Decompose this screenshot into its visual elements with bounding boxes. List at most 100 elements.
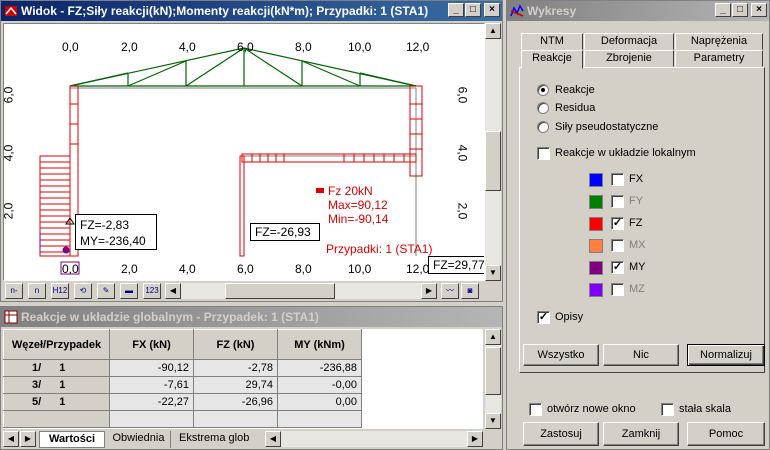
- label-my[interactable]: MY: [629, 261, 646, 273]
- scroll-down-icon[interactable]: ▼: [485, 413, 501, 429]
- checkbox-opisy[interactable]: ✓: [537, 311, 550, 324]
- checkbox-lokalny-label[interactable]: Reakcje w układzie lokalnym: [555, 147, 696, 159]
- col-header-fx[interactable]: FX (kN): [109, 329, 194, 360]
- cell-fz[interactable]: -2,78: [193, 359, 278, 377]
- tabs-scrollbar[interactable]: ◀ ▶: [265, 431, 483, 447]
- radio-residua-label[interactable]: Residua: [555, 102, 595, 114]
- color-swatch-mz[interactable]: [589, 283, 603, 297]
- col-header-my[interactable]: MY (kNm): [277, 329, 362, 360]
- checkbox-opisy-label[interactable]: Opisy: [555, 311, 583, 323]
- checkbox-fixed-scale-label[interactable]: stała skala: [679, 403, 731, 415]
- checkbox-fixed-scale[interactable]: [661, 403, 674, 416]
- table-row[interactable]: 5/1 -22,27 -26,96 0,00: [3, 393, 362, 411]
- tick-left-4: 4,0: [3, 144, 16, 162]
- select-none-button[interactable]: Nic: [603, 344, 679, 366]
- select-all-button[interactable]: Wszystko: [523, 344, 599, 366]
- color-swatch-fx[interactable]: [589, 173, 603, 187]
- pen-icon[interactable]: ✎: [97, 283, 115, 299]
- scroll-thumb[interactable]: [485, 131, 501, 191]
- reactions-scrollbar-v[interactable]: ▲ ▼: [485, 329, 501, 429]
- minimize-icon[interactable]: _: [715, 3, 731, 17]
- checkbox-lokalny[interactable]: [537, 147, 550, 160]
- color-swatch-fy[interactable]: [589, 195, 603, 209]
- legend-max: Max=90,12: [328, 198, 388, 212]
- close-button[interactable]: Zamknij: [603, 422, 679, 446]
- tab-left-icon[interactable]: ◀: [3, 431, 19, 447]
- cell-my[interactable]: -236,88: [277, 359, 362, 377]
- scroll-down-icon[interactable]: ▼: [485, 265, 501, 281]
- tab-wartosci[interactable]: Wartości: [39, 431, 105, 448]
- scroll-thumb-h[interactable]: [225, 283, 335, 299]
- label-fx[interactable]: FX: [629, 173, 643, 185]
- cell-my[interactable]: -0,00: [277, 376, 362, 394]
- radio-residua[interactable]: [537, 102, 549, 114]
- tab-naprezenia[interactable]: Naprężenia: [675, 33, 763, 50]
- radio-reakcje[interactable]: [537, 84, 549, 96]
- wave-icon[interactable]: 〰: [441, 283, 459, 299]
- col-header-fz[interactable]: FZ (kN): [193, 329, 278, 360]
- close-icon[interactable]: ×: [484, 3, 500, 17]
- checkbox-fx[interactable]: [611, 173, 624, 186]
- col-header-node[interactable]: Węzeł/Przypadek: [3, 329, 110, 360]
- color-swatch-fz[interactable]: [589, 217, 603, 231]
- numbering-icon[interactable]: 123: [143, 283, 161, 299]
- flag-icon[interactable]: ▬: [120, 283, 138, 299]
- cell-fx[interactable]: -22,27: [109, 393, 194, 411]
- node3-fz: FZ=-26,93: [255, 225, 311, 239]
- view-scrollbar-h[interactable]: ◀ ▶: [165, 283, 437, 299]
- tab-reakcje[interactable]: Reakcje: [521, 50, 583, 69]
- cell-fx[interactable]: -7,61: [109, 376, 194, 394]
- scroll-right-icon[interactable]: ▶: [421, 283, 437, 299]
- toolbar-icon-h12[interactable]: H12: [51, 283, 69, 299]
- rotate-icon[interactable]: ⟲: [74, 283, 92, 299]
- scroll-right-icon[interactable]: ▶: [467, 431, 483, 447]
- tab-ntm[interactable]: NTM: [521, 33, 583, 50]
- maximize-icon[interactable]: □: [732, 3, 748, 17]
- toolbar-icon-n-minus[interactable]: n-: [5, 283, 23, 299]
- checkbox-my[interactable]: ✓: [611, 261, 624, 274]
- tab-right-icon[interactable]: ▶: [20, 431, 36, 447]
- tab-ekstrema[interactable]: Ekstrema glob: [173, 431, 263, 448]
- table-row[interactable]: 1/1 -90,12 -2,78 -236,88: [3, 359, 362, 377]
- view-window: Widok - FZ;Siły reakcji(kN);Momenty reak…: [0, 0, 503, 302]
- wykresy-titlebar[interactable]: Wykresy _ □ ×: [507, 1, 769, 21]
- tab-obwiednia[interactable]: Obwiednia: [107, 431, 171, 448]
- camera-icon[interactable]: ◙: [461, 283, 479, 299]
- cell-fz[interactable]: -26,96: [193, 393, 278, 411]
- table-row[interactable]: 3/1 -7,61 29,74 -0,00: [3, 376, 362, 394]
- tab-zbrojenie[interactable]: Zbrojenie: [584, 50, 674, 67]
- scroll-thumb[interactable]: [485, 347, 501, 395]
- reactions-window-titlebar[interactable]: Reakcje w układzie globalnym - Przypadek…: [1, 307, 502, 327]
- scroll-left-icon[interactable]: ◀: [265, 431, 281, 447]
- tick-bottom-8: 8,0: [295, 262, 312, 276]
- cell-my[interactable]: 0,00: [277, 393, 362, 411]
- cell-fz[interactable]: 29,74: [193, 376, 278, 394]
- checkbox-new-window[interactable]: [529, 403, 542, 416]
- color-swatch-mx[interactable]: [589, 239, 603, 253]
- scroll-up-icon[interactable]: ▲: [485, 329, 501, 345]
- apply-button[interactable]: Zastosuj: [523, 422, 599, 446]
- help-button[interactable]: Pomoc: [687, 422, 765, 446]
- radio-reakcje-label[interactable]: Reakcje: [555, 84, 595, 96]
- normalize-button[interactable]: Normalizuj: [687, 344, 765, 366]
- view-window-titlebar[interactable]: Widok - FZ;Siły reakcji(kN);Momenty reak…: [1, 1, 502, 21]
- checkbox-fz[interactable]: ✓: [611, 217, 624, 230]
- tick-right-4: 4,0: [455, 144, 470, 162]
- color-swatch-my[interactable]: [589, 261, 603, 275]
- label-fz[interactable]: FZ: [629, 217, 642, 229]
- radio-sily-label[interactable]: Siły pseudostatyczne: [555, 121, 658, 133]
- tab-parametry[interactable]: Parametry: [675, 50, 763, 67]
- minimize-icon[interactable]: _: [448, 3, 464, 17]
- tab-deformacja[interactable]: Deformacja: [584, 33, 674, 50]
- radio-sily[interactable]: [537, 121, 549, 133]
- cell-fx[interactable]: -90,12: [109, 359, 194, 377]
- checkbox-new-window-label[interactable]: otwórz nowe okno: [547, 403, 636, 415]
- drawing-canvas[interactable]: 0,0 2,0 4,0 6,0 8,0 10,0 12,0 0,0 2,0 4,…: [3, 23, 485, 281]
- table-row-empty[interactable]: [3, 410, 362, 428]
- view-scrollbar-v[interactable]: ▲ ▼: [485, 23, 501, 281]
- close-icon[interactable]: ×: [751, 3, 767, 17]
- toolbar-icon-n[interactable]: n: [28, 283, 46, 299]
- scroll-up-icon[interactable]: ▲: [485, 23, 501, 39]
- scroll-left-icon[interactable]: ◀: [165, 283, 181, 299]
- maximize-icon[interactable]: □: [465, 3, 481, 17]
